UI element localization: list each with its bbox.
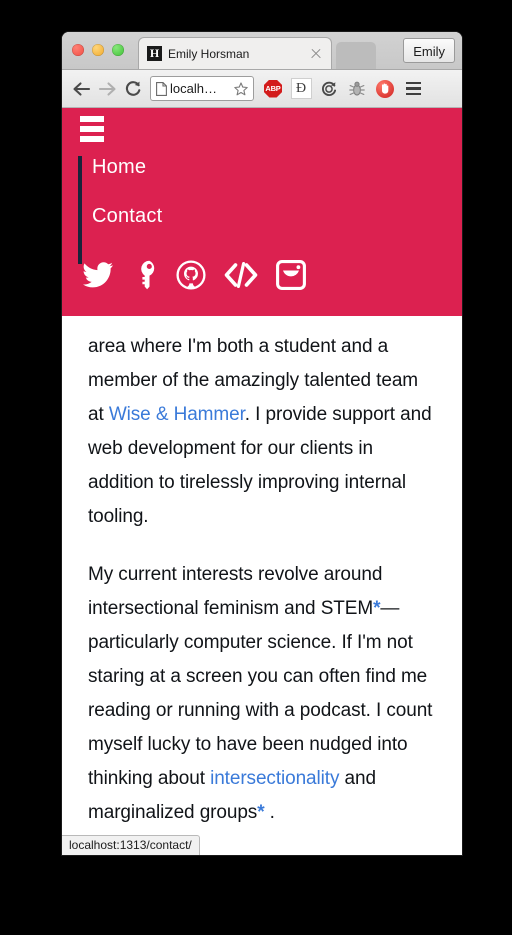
reload-circle-icon bbox=[321, 81, 337, 96]
wise-and-hammer-link[interactable]: Wise & Hammer bbox=[109, 404, 245, 425]
social-links bbox=[82, 260, 306, 295]
tab-favicon-icon: H bbox=[147, 46, 162, 61]
bug-icon bbox=[349, 81, 365, 95]
extension-icons: ABP Đ bbox=[260, 76, 398, 102]
tab-strip: H Emily Horsman Emily bbox=[62, 32, 462, 70]
hamburger-menu-icon bbox=[405, 81, 421, 85]
bug-extension[interactable] bbox=[344, 76, 370, 102]
status-bar: localhost:1313/contact/ bbox=[62, 835, 200, 855]
star-icon bbox=[234, 81, 248, 95]
menu-toggle-button[interactable] bbox=[80, 116, 104, 142]
tab-title: Emily Horsman bbox=[168, 46, 250, 61]
browser-toolbar: localh… ABP Đ bbox=[62, 70, 462, 108]
url-text: localh… bbox=[170, 81, 217, 96]
nav-links: Home Contact bbox=[78, 156, 162, 264]
code-brackets-icon[interactable] bbox=[224, 262, 258, 293]
back-arrow-icon[interactable] bbox=[68, 76, 94, 102]
instagram-icon[interactable] bbox=[276, 260, 306, 295]
page-icon bbox=[156, 81, 167, 96]
stop-hand-extension[interactable] bbox=[372, 76, 398, 102]
adblock-plus-extension[interactable]: ABP bbox=[260, 76, 286, 102]
new-tab-button[interactable] bbox=[336, 42, 376, 69]
browser-tab[interactable]: H Emily Horsman bbox=[138, 37, 332, 69]
close-window-button[interactable] bbox=[72, 44, 84, 56]
hamburger-icon bbox=[80, 116, 104, 122]
site-navigation: Home Contact bbox=[62, 108, 462, 316]
browser-menu-button[interactable] bbox=[400, 76, 426, 102]
paragraph-one: area where I'm both a student and a memb… bbox=[88, 330, 436, 534]
profile-button[interactable]: Emily bbox=[403, 38, 455, 63]
paragraph-two-part-four: . bbox=[264, 802, 275, 823]
forward-arrow-icon[interactable] bbox=[94, 76, 120, 102]
stop-hand-icon bbox=[376, 79, 394, 98]
pocket-icon: Đ bbox=[290, 78, 312, 99]
article-content: area where I'm both a student and a memb… bbox=[62, 316, 462, 855]
browser-window: H Emily Horsman Emily localh… ABP Đ Home… bbox=[62, 32, 462, 855]
reload-icon[interactable] bbox=[120, 76, 146, 102]
intersectionality-link[interactable]: intersectionality bbox=[210, 768, 339, 789]
page-viewport: Home Contact area where I'm both a stude… bbox=[62, 108, 462, 855]
window-controls bbox=[72, 44, 124, 56]
footnote-marker-marginalized[interactable]: * bbox=[257, 802, 264, 823]
nav-link-home[interactable]: Home bbox=[92, 156, 162, 179]
paragraph-two-part-one: My current interests revolve around inte… bbox=[88, 564, 383, 619]
abp-icon: ABP bbox=[264, 79, 282, 98]
key-icon[interactable] bbox=[132, 260, 158, 295]
maximize-window-button[interactable] bbox=[112, 44, 124, 56]
url-bar[interactable]: localh… bbox=[150, 76, 254, 101]
nav-link-contact[interactable]: Contact bbox=[92, 205, 162, 228]
close-icon[interactable] bbox=[309, 47, 323, 61]
paragraph-two: My current interests revolve around inte… bbox=[88, 558, 436, 830]
paragraph-two-part-two: —particularly computer science. If I'm n… bbox=[88, 598, 433, 789]
github-icon[interactable] bbox=[176, 260, 206, 295]
reload-circle-extension[interactable] bbox=[316, 76, 342, 102]
minimize-window-button[interactable] bbox=[92, 44, 104, 56]
pocket-extension[interactable]: Đ bbox=[288, 76, 314, 102]
twitter-icon[interactable] bbox=[82, 261, 114, 294]
